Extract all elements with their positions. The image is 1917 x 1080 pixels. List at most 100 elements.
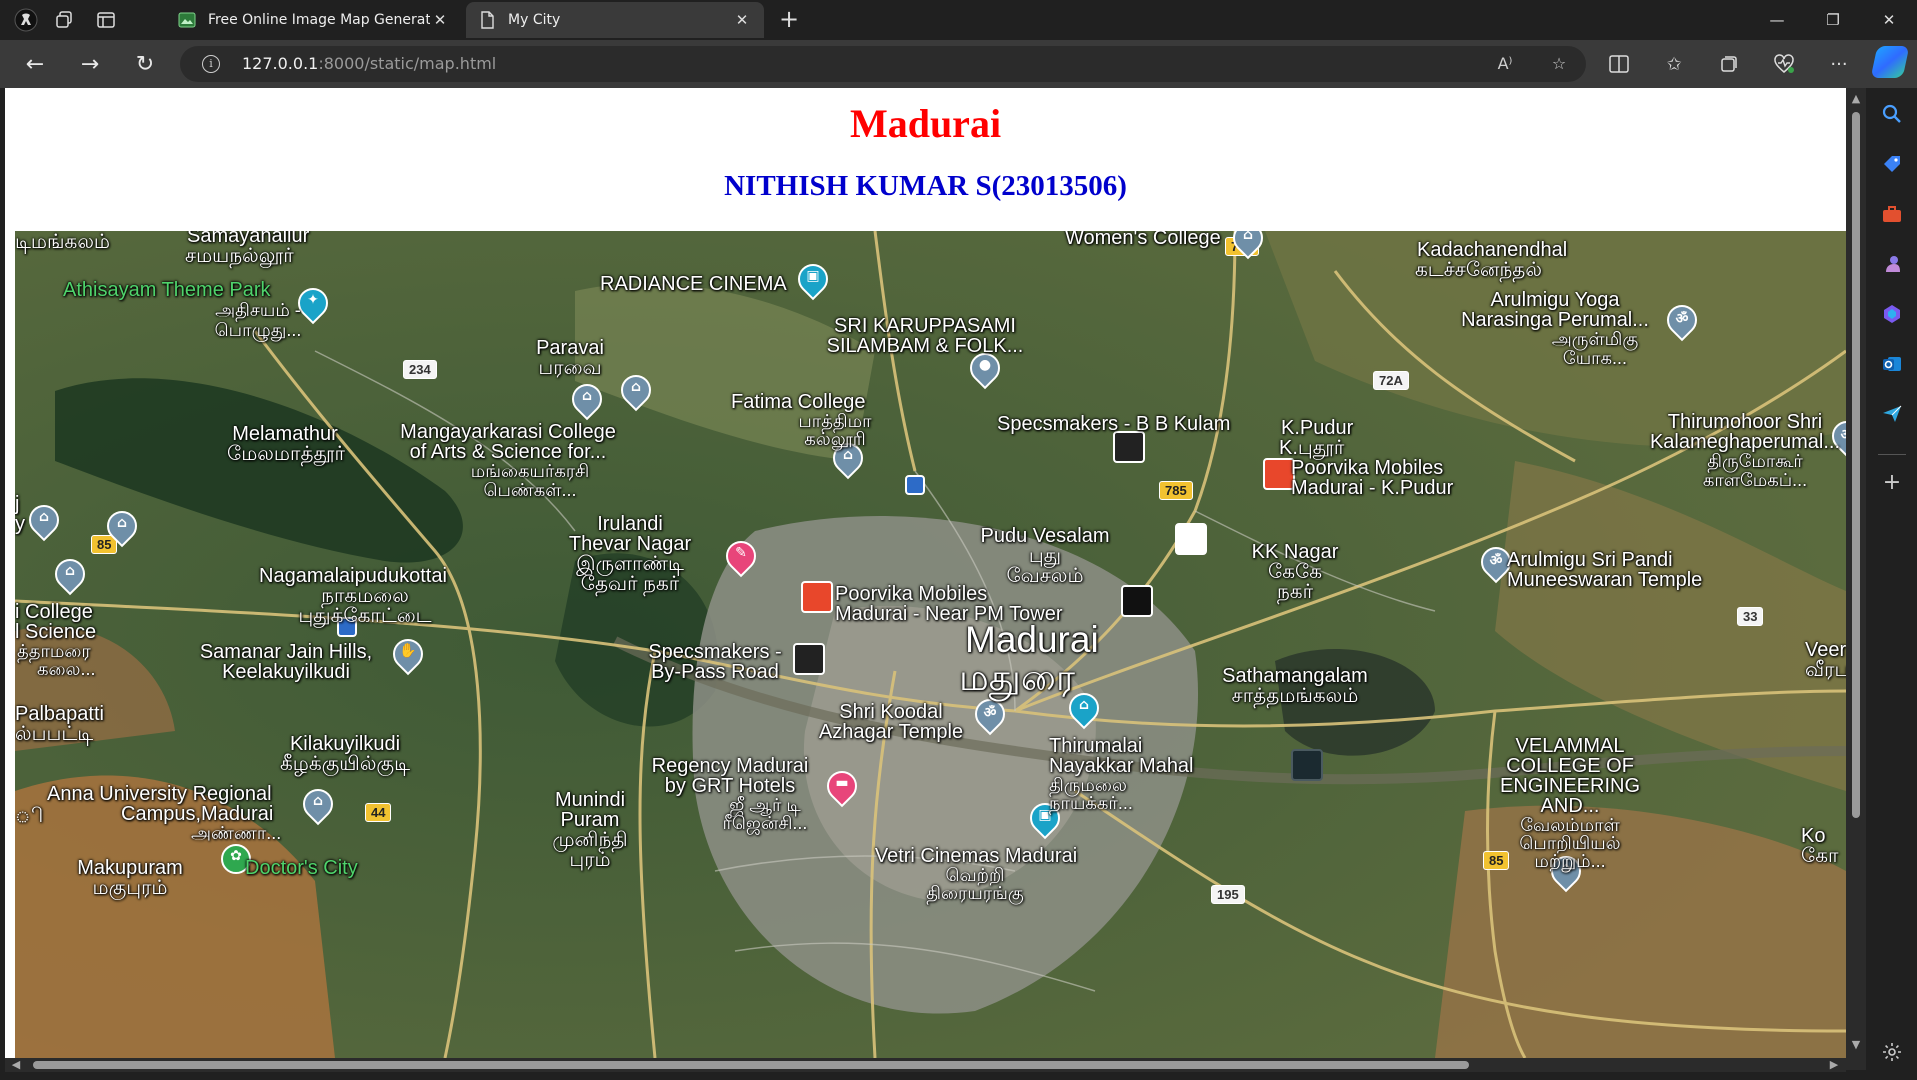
map-label: RADIANCE CINEMA: [600, 273, 787, 295]
restore-icon[interactable]: ❐: [1805, 0, 1861, 40]
map-label: கோ: [1801, 845, 1839, 867]
scroll-down-icon[interactable]: ▼: [1849, 1038, 1863, 1051]
collections-icon[interactable]: [1712, 48, 1746, 80]
temple-pin-icon[interactable]: ॐ: [968, 692, 1012, 736]
page-title: Madurai: [849, 101, 1002, 146]
map-label: பொழுது...: [214, 320, 302, 340]
attraction-pin-icon[interactable]: ✎: [719, 534, 763, 578]
map-label: Munindi: [554, 789, 626, 811]
horizontal-scrollbar[interactable]: ◀ ▶: [5, 1058, 1846, 1072]
poorvika-logo-icon[interactable]: [801, 581, 833, 613]
horizontal-scroll-thumb[interactable]: [33, 1061, 1469, 1069]
back-icon[interactable]: ←: [18, 48, 52, 80]
samsung-logo-icon[interactable]: [1175, 523, 1207, 555]
tab-image-map-generator[interactable]: Free Online Image Map Generato ✕: [166, 2, 462, 38]
games-icon[interactable]: [1878, 250, 1906, 278]
send-icon[interactable]: [1878, 400, 1906, 428]
site-info-icon[interactable]: i: [202, 55, 220, 73]
map-label: காளமேகப்...: [1702, 470, 1808, 490]
map-label: i College: [15, 601, 93, 623]
microsoft-365-icon[interactable]: [1878, 300, 1906, 328]
tab-my-city[interactable]: My City ✕: [466, 2, 764, 38]
browser-essentials-icon[interactable]: [1767, 48, 1801, 80]
store-logo-icon[interactable]: [1121, 585, 1153, 617]
road-shield: 72A: [1373, 371, 1409, 390]
temple-pin-icon[interactable]: ॐ: [1660, 298, 1704, 342]
close-tab-icon[interactable]: ✕: [430, 11, 450, 29]
map-label: Thevar Nagar: [568, 533, 692, 555]
page-viewport: Madurai NITHISH KUMAR S(23013506) 234 72…: [5, 88, 1846, 1070]
favorite-star-icon[interactable]: ☆: [1546, 52, 1572, 76]
map-label: Kalameghaperumal...: [1649, 431, 1841, 453]
map-label: பரவை: [538, 357, 602, 379]
cinema-pin-icon[interactable]: ▣: [791, 257, 835, 301]
workspaces-icon[interactable]: [50, 6, 78, 34]
college-pin-icon[interactable]: ⌂: [296, 782, 340, 826]
map-label: தேவர் நகர்: [580, 573, 680, 595]
map-label: by GRT Hotels: [664, 775, 796, 797]
hotel-pin-icon[interactable]: ▬: [820, 764, 864, 808]
window-close-icon[interactable]: ✕: [1861, 0, 1917, 40]
map-label: Keelakuyilkudi: [222, 661, 350, 683]
vertical-scrollbar[interactable]: ▲ ▼: [1846, 88, 1866, 1070]
refresh-icon[interactable]: ↻: [128, 48, 162, 80]
college-pin-icon[interactable]: ⌂: [22, 498, 66, 542]
shopping-tag-icon[interactable]: [1878, 150, 1906, 178]
new-tab-button[interactable]: +: [774, 6, 804, 34]
tools-briefcase-icon[interactable]: [1878, 200, 1906, 228]
city-map-image[interactable]: 234 785 72A 785 85 33 44 85 195 ✦ ▣ ⌂ ॐ …: [15, 231, 1846, 1058]
place-pin-icon[interactable]: ●: [963, 346, 1007, 390]
map-label: Paravai: [536, 337, 604, 359]
map-label: நகர்: [1276, 581, 1314, 603]
map-label: பொறியியல்: [1519, 833, 1621, 853]
sidebar-divider: [1878, 454, 1906, 455]
college-pin-icon[interactable]: ⌂: [48, 552, 92, 596]
settings-gear-icon[interactable]: [1878, 1038, 1906, 1066]
map-label: SILAMBAM & FOLK...: [826, 335, 1024, 357]
search-icon[interactable]: [1878, 100, 1906, 128]
specsmakers-logo-icon[interactable]: [1113, 431, 1145, 463]
college-pin-icon[interactable]: ⌂: [614, 368, 658, 412]
map-label: Athisayam Theme Park: [63, 279, 271, 301]
vertical-scroll-thumb[interactable]: [1852, 112, 1860, 818]
split-screen-icon[interactable]: [1602, 48, 1636, 80]
landmark-pin-icon[interactable]: ✋: [386, 632, 430, 676]
map-label: Fatima College: [731, 391, 866, 413]
tab-strip: Free Online Image Map Generato ✕ My City…: [0, 0, 1917, 40]
outlook-icon[interactable]: [1878, 350, 1906, 378]
more-options-icon[interactable]: ···: [1822, 48, 1856, 80]
scroll-up-icon[interactable]: ▲: [1849, 92, 1863, 105]
store-logo-icon[interactable]: [1291, 749, 1323, 781]
read-aloud-icon[interactable]: A⁾: [1492, 52, 1518, 76]
museum-pin-icon[interactable]: ⌂: [1062, 686, 1106, 730]
scroll-left-icon[interactable]: ◀: [9, 1058, 23, 1072]
map-label: திருமோகூர்: [1707, 451, 1803, 471]
map-label: Specsmakers -: [648, 641, 782, 663]
map-label: Vetri Cinemas Madurai: [874, 845, 1078, 867]
map-label: நாகமலை: [321, 585, 409, 607]
map-label: Nagamalaipudukottai: [259, 565, 447, 587]
address-bar[interactable]: i 127.0.0.1:8000/static/map.html A⁾ ☆: [180, 46, 1586, 82]
bus-stop-icon[interactable]: [905, 475, 925, 495]
map-label: K.புதூர்: [1279, 437, 1345, 459]
map-label: Poorvika Mobiles: [1291, 457, 1444, 479]
map-label: புது: [1028, 545, 1062, 567]
url-text[interactable]: 127.0.0.1:8000/static/map.html: [242, 54, 496, 73]
favorites-icon[interactable]: ✩: [1657, 48, 1691, 80]
page-favicon-icon: [481, 11, 494, 29]
tab-actions-icon[interactable]: [92, 6, 120, 34]
minimize-icon[interactable]: —: [1749, 0, 1805, 40]
map-label: ல்பபட்டி: [15, 723, 94, 745]
map-label: அதிசயம் -: [215, 300, 301, 320]
profile-avatar[interactable]: [12, 6, 40, 34]
college-pin-icon[interactable]: ⌂: [100, 504, 144, 548]
scroll-right-icon[interactable]: ▶: [1827, 1058, 1841, 1072]
map-label: கேகே: [1268, 561, 1322, 583]
specsmakers-logo-icon[interactable]: [793, 643, 825, 675]
college-pin-icon[interactable]: ⌂: [565, 377, 609, 421]
college-pin-icon[interactable]: ⌂: [1226, 231, 1270, 260]
add-icon[interactable]: +: [1878, 468, 1906, 496]
map-label: Thirumohoor Shri: [1667, 411, 1823, 433]
close-tab-icon[interactable]: ✕: [732, 11, 752, 29]
forward-icon[interactable]: →: [73, 48, 107, 80]
